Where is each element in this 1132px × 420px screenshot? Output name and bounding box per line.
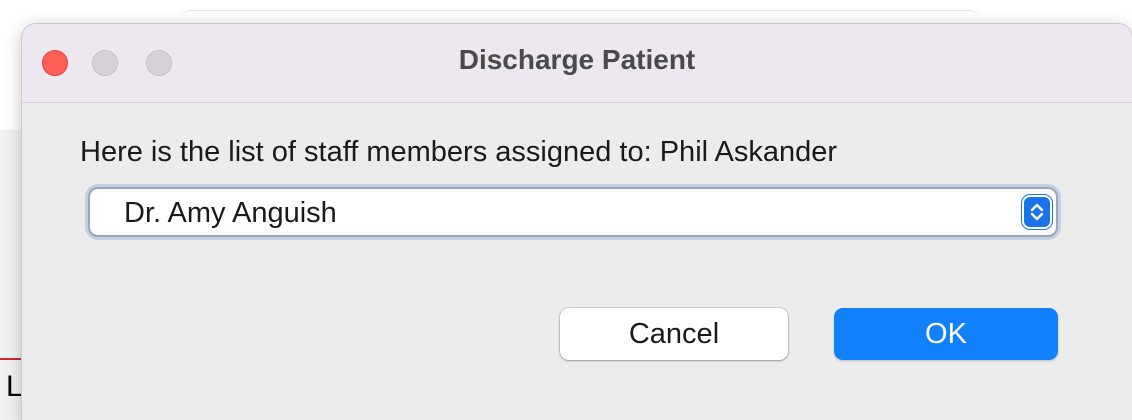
background-partial-text: L (6, 370, 23, 403)
updown-chevron-icon[interactable] (1021, 194, 1053, 230)
staff-select-value: Dr. Amy Anguish (124, 197, 337, 229)
ok-button[interactable]: OK (834, 308, 1058, 360)
staff-select[interactable]: Dr. Amy Anguish (88, 187, 1058, 237)
title-bar: Discharge Patient (22, 24, 1132, 103)
discharge-dialog: Discharge Patient Here is the list of st… (22, 24, 1132, 420)
background-accent-line (0, 358, 22, 360)
dialog-message: Here is the list of staff members assign… (80, 136, 838, 168)
dialog-title: Discharge Patient (458, 44, 696, 75)
cancel-button[interactable]: Cancel (560, 308, 788, 360)
